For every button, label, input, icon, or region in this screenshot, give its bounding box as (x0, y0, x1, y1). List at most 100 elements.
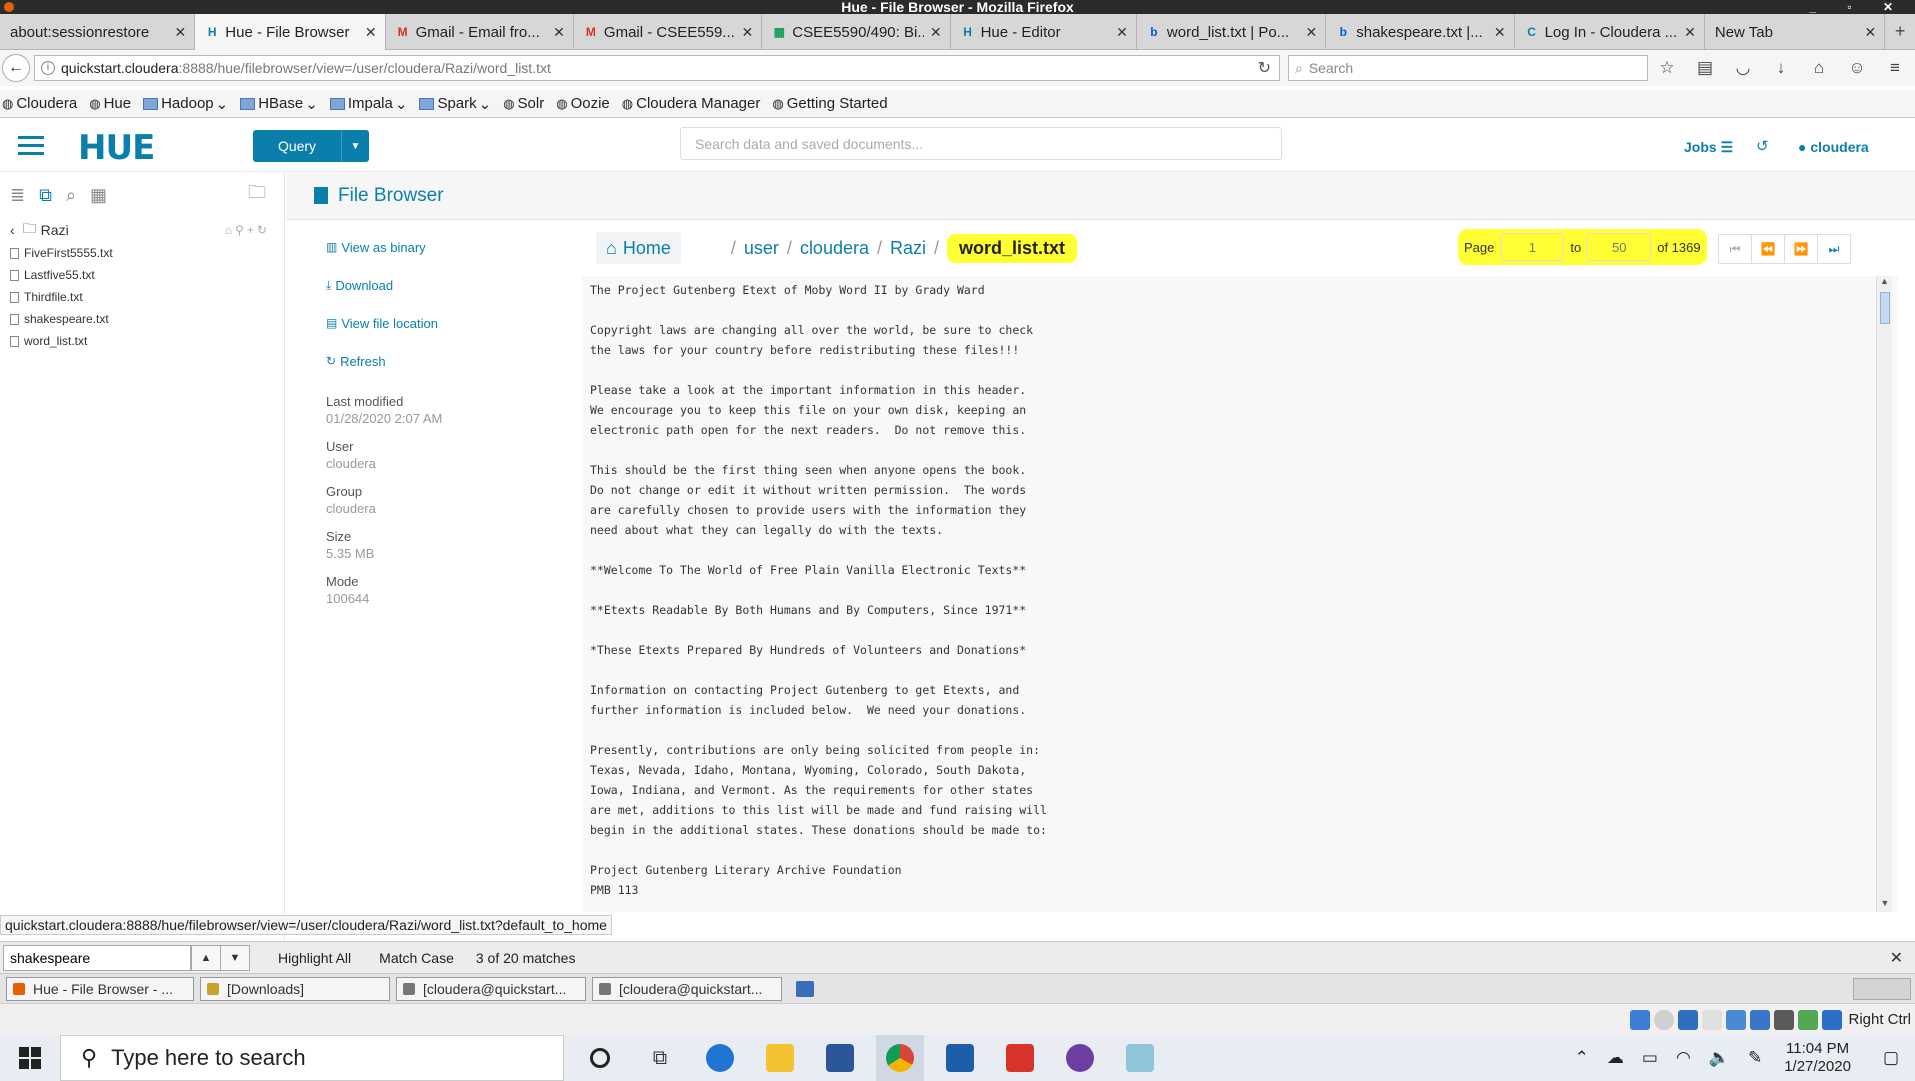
caret-down-icon[interactable]: ▼ (341, 130, 369, 162)
browser-search-input[interactable]: ⌕ Search (1288, 55, 1648, 81)
virtualbox-icon[interactable] (936, 1035, 984, 1081)
clock[interactable]: 11:04 PM 1/27/2020 (1784, 1040, 1851, 1076)
close-icon[interactable]: ✕ (1890, 948, 1903, 968)
optical-icon[interactable] (1654, 1009, 1675, 1030)
highlight-all-toggle[interactable]: Highlight All (278, 950, 351, 966)
hue-search-input[interactable]: Search data and saved documents... (680, 127, 1282, 160)
cortana-icon[interactable] (576, 1035, 624, 1081)
onedrive-icon[interactable]: ☁ (1607, 1048, 1624, 1068)
chevron-up-icon[interactable]: ⌃ (1575, 1048, 1589, 1068)
url-bar[interactable]: i quickstart.cloudera:8888/hue/filebrows… (34, 55, 1280, 81)
jobs-button[interactable]: Jobs ☰ (1684, 139, 1733, 156)
view-as-binary-link[interactable]: ▥ View as binary (326, 240, 526, 278)
bookmark-folder[interactable]: Impala ⌄ (329, 95, 407, 113)
files-icon[interactable]: ⧉ (39, 185, 52, 206)
bookmark-link[interactable]: ◍ Cloudera (2, 95, 77, 112)
vm-task-button[interactable]: Hue - File Browser - ... (6, 976, 194, 1001)
notifications-icon[interactable]: ▢ (1883, 1048, 1899, 1068)
find-next-icon[interactable]: ▼ (220, 944, 250, 971)
cpu-icon[interactable] (1798, 1009, 1819, 1030)
display-icon[interactable] (1750, 1009, 1771, 1030)
chrome-icon[interactable] (876, 1035, 924, 1081)
browser-tab[interactable]: M Gmail - CSEE559... ✕ (574, 14, 763, 50)
hamburger-menu-icon[interactable] (18, 136, 44, 156)
downloads-icon[interactable]: ↓ (1762, 58, 1800, 78)
bookmark-link[interactable]: ◍ Oozie (556, 95, 610, 112)
wifi-icon[interactable]: ◠ (1676, 1048, 1691, 1068)
find-previous-icon[interactable]: ▲ (191, 944, 221, 971)
windows-start-button[interactable] (0, 1035, 60, 1081)
close-icon[interactable]: ✕ (1116, 24, 1128, 41)
browser-tab[interactable]: ▦ CSEE5590/490: Bi... ✕ (762, 14, 951, 50)
recording-icon[interactable] (1774, 1009, 1795, 1030)
bookmark-link[interactable]: ◍ Solr (503, 95, 544, 112)
github-icon[interactable] (1056, 1035, 1104, 1081)
chat-icon[interactable]: ☺ (1838, 58, 1876, 78)
assist-tools-icons[interactable]: ⌂⚲+↻ (225, 223, 270, 237)
page-from-input[interactable] (1500, 233, 1565, 261)
windows-search-box[interactable]: ⚲ Type here to search (60, 1035, 564, 1081)
search-icon[interactable]: ⌕ (66, 185, 76, 206)
workspace-switcher-icon[interactable] (796, 980, 814, 997)
chevron-left-icon[interactable]: ‹ (10, 222, 15, 238)
breadcrumb-cloudera[interactable]: cloudera (800, 238, 869, 259)
assist-file-item[interactable]: word_list.txt (0, 330, 284, 352)
assist-file-item[interactable]: shakespeare.txt (0, 308, 284, 330)
browser-tab[interactable]: about:sessionrestore ✕ (0, 14, 196, 50)
bookmark-star-icon[interactable]: ☆ (1648, 58, 1686, 78)
task-view-icon[interactable]: ⧉ (636, 1035, 684, 1081)
view-file-location-link[interactable]: ▤ View file location (326, 316, 526, 354)
pocket-icon[interactable]: ◡ (1724, 58, 1762, 78)
bookmark-link[interactable]: ◍ Getting Started (772, 95, 887, 112)
match-case-toggle[interactable]: Match Case (379, 950, 454, 966)
hue-logo[interactable]: HUE (78, 128, 155, 168)
assist-file-item[interactable]: FiveFirst5555.txt (0, 242, 284, 264)
disk-icon[interactable] (1630, 1009, 1651, 1030)
close-icon[interactable]: ✕ (742, 24, 754, 41)
browser-tab[interactable]: New Tab ✕ (1705, 14, 1886, 50)
browser-tab[interactable]: C Log In - Cloudera ... ✕ (1515, 14, 1705, 50)
pen-icon[interactable]: ✎ (1748, 1048, 1762, 1068)
back-button[interactable]: ← (2, 54, 30, 82)
browser-tab[interactable]: H Hue - Editor ✕ (951, 14, 1137, 50)
close-icon[interactable]: ✕ (1306, 24, 1318, 41)
vm-app-icon[interactable] (996, 1035, 1044, 1081)
notes-app-icon[interactable] (1116, 1035, 1164, 1081)
window-controls[interactable]: _ ▫ ✕ (1809, 0, 1907, 14)
refresh-link[interactable]: ↻ Refresh (326, 354, 526, 392)
bookmark-folder[interactable]: Spark ⌄ (419, 95, 491, 113)
download-link[interactable]: ⤓ Download (326, 278, 526, 316)
browser-tab[interactable]: H Hue - File Browser ✕ (195, 14, 386, 50)
page-to-input[interactable] (1587, 233, 1652, 261)
browser-tab[interactable]: M Gmail - Email fro... ✕ (386, 14, 574, 50)
browser-tab[interactable]: b word_list.txt | Po... ✕ (1137, 14, 1327, 50)
file-explorer-icon[interactable] (756, 1035, 804, 1081)
browser-tab[interactable]: b shakespeare.txt |... ✕ (1326, 14, 1515, 50)
assist-file-item[interactable]: Lastfive55.txt (0, 264, 284, 286)
bookmark-link[interactable]: ◍ Hue (89, 95, 131, 112)
site-info-icon[interactable]: i (41, 61, 55, 75)
reading-list-icon[interactable]: ▤ (1686, 58, 1724, 78)
menu-icon[interactable]: ≡ (1876, 58, 1914, 78)
assist-file-item[interactable]: Thirdfile.txt (0, 286, 284, 308)
query-button[interactable]: Query ▼ (253, 130, 369, 162)
close-icon[interactable]: ✕ (1865, 24, 1877, 41)
home-icon[interactable]: ⌂ (1800, 58, 1838, 78)
edge-icon[interactable] (696, 1035, 744, 1081)
last-page-icon[interactable]: ⏭ (1817, 234, 1851, 264)
grid-icon[interactable]: ▦ (90, 185, 107, 206)
previous-page-icon[interactable]: ⏪ (1751, 234, 1785, 264)
user-menu[interactable]: ● cloudera (1798, 139, 1869, 155)
first-page-icon[interactable]: ⏮ (1718, 234, 1752, 264)
close-icon[interactable]: ✕ (175, 24, 187, 41)
vm-task-button[interactable]: [cloudera@quickstart... (396, 976, 586, 1001)
home-button[interactable]: ⌂ Home (596, 232, 681, 264)
bookmark-folder[interactable]: Hadoop ⌄ (143, 95, 228, 113)
shared-folder-icon[interactable] (1726, 1009, 1747, 1030)
usb-icon[interactable] (1702, 1009, 1723, 1030)
scroll-up-icon[interactable]: ▲ (1877, 276, 1892, 290)
close-icon[interactable]: ✕ (1684, 24, 1696, 41)
firefox-tray-icon[interactable] (1853, 977, 1911, 1000)
documents-icon[interactable]: 🗀 (248, 180, 266, 210)
file-content-viewer[interactable]: The Project Gutenberg Etext of Moby Word… (582, 276, 1898, 912)
